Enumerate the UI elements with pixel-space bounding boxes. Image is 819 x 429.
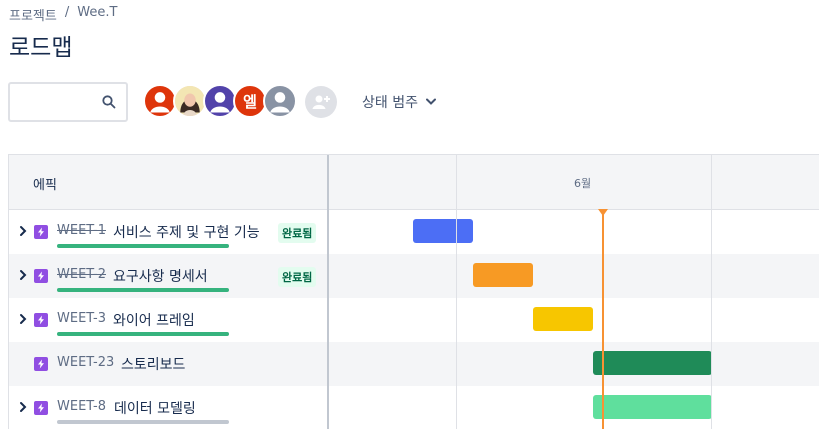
timeline-header: 6월 xyxy=(329,155,819,210)
epic-row-left: WEET-1 서비스 주제 및 구현 기능 완료됨 xyxy=(9,210,327,254)
roadmap-grid: 에픽 6월 WEET-1 서비스 주제 및 구현 기능 완료됨 WEET-2 요… xyxy=(8,154,819,429)
epic-row-left: WEET-8 데이터 모델링 xyxy=(9,386,327,429)
status-category-filter[interactable]: 상태 범주 xyxy=(362,92,436,112)
avatar-group: 엘 xyxy=(143,84,297,118)
epic-timeline-bar[interactable] xyxy=(593,351,712,375)
user-icon xyxy=(210,92,230,113)
epic-row-left: WEET-3 와이어 프레임 xyxy=(9,298,327,342)
status-badge: 완료됨 xyxy=(278,267,317,287)
chevron-right-icon[interactable] xyxy=(18,400,28,414)
epic-row[interactable]: WEET-8 데이터 모델링 xyxy=(9,386,819,429)
breadcrumb: 프로젝트 / Wee.T xyxy=(9,5,117,24)
search-icon xyxy=(102,95,116,109)
epic-key[interactable]: WEET-2 xyxy=(57,267,106,282)
epic-key[interactable]: WEET-1 xyxy=(57,223,106,238)
add-user-button[interactable] xyxy=(305,86,337,118)
epic-title[interactable]: 와이어 프레임 xyxy=(113,310,195,330)
epic-title[interactable]: 요구사항 명세서 xyxy=(113,266,208,286)
chevron-right-icon[interactable] xyxy=(18,224,28,238)
status-badge: 완료됨 xyxy=(278,223,317,243)
progress-bar xyxy=(57,332,229,336)
epic-icon xyxy=(34,313,48,327)
avatar[interactable]: 엘 xyxy=(233,84,267,118)
month-label: 6월 xyxy=(574,177,592,190)
search-box[interactable] xyxy=(8,82,128,122)
search-input[interactable] xyxy=(18,84,106,120)
epic-row[interactable]: WEET-2 요구사항 명세서 완료됨 xyxy=(9,254,819,298)
epic-header-label: 에픽 xyxy=(33,178,57,193)
epic-timeline-bar[interactable] xyxy=(593,395,712,419)
breadcrumb-separator: / xyxy=(64,5,70,20)
user-photo-icon xyxy=(175,86,205,116)
progress-bar xyxy=(57,420,229,424)
avatar[interactable] xyxy=(143,84,177,118)
epic-title[interactable]: 스토리보드 xyxy=(121,354,185,374)
today-line xyxy=(602,212,604,429)
breadcrumb-current[interactable]: Wee.T xyxy=(77,5,117,24)
epic-title[interactable]: 서비스 주제 및 구현 기능 xyxy=(113,222,260,242)
epic-row-left: WEET-23 스토리보드 xyxy=(9,342,327,386)
status-category-label: 상태 범주 xyxy=(362,95,418,111)
progress-bar xyxy=(57,288,229,292)
add-user-icon xyxy=(312,95,330,109)
epic-icon xyxy=(34,225,48,239)
epic-title[interactable]: 데이터 모델링 xyxy=(114,398,196,418)
chevron-right-icon[interactable] xyxy=(18,268,28,282)
column-divider[interactable] xyxy=(327,155,329,429)
epic-row[interactable]: WEET-3 와이어 프레임 xyxy=(9,298,819,342)
month-gridline xyxy=(456,155,457,429)
lightning-icon xyxy=(38,359,44,369)
epic-icon xyxy=(34,269,48,283)
lightning-icon xyxy=(38,315,44,325)
user-icon xyxy=(270,92,290,113)
page-title: 로드맵 xyxy=(9,35,73,61)
chevron-right-icon[interactable] xyxy=(18,312,28,326)
lightning-icon xyxy=(38,271,44,281)
epic-timeline-bar[interactable] xyxy=(413,219,473,243)
epic-row-left: WEET-2 요구사항 명세서 완료됨 xyxy=(9,254,327,298)
chevron-down-icon xyxy=(425,98,436,105)
epic-row[interactable]: WEET-1 서비스 주제 및 구현 기능 완료됨 xyxy=(9,210,819,254)
epic-key[interactable]: WEET-23 xyxy=(57,355,114,370)
avatar[interactable] xyxy=(203,84,237,118)
epic-column-header: 에픽 xyxy=(9,155,328,210)
lightning-icon xyxy=(38,227,44,237)
avatar-initial: 엘 xyxy=(243,92,257,111)
user-icon xyxy=(150,92,170,113)
epic-key[interactable]: WEET-3 xyxy=(57,311,106,326)
epic-icon xyxy=(34,401,48,415)
month-gridline xyxy=(711,155,712,429)
progress-bar xyxy=(57,244,229,248)
avatar[interactable] xyxy=(263,84,297,118)
avatar[interactable] xyxy=(173,84,207,118)
epic-timeline-bar[interactable] xyxy=(533,307,593,331)
epic-timeline-bar[interactable] xyxy=(473,263,533,287)
epic-icon xyxy=(34,357,48,371)
breadcrumb-project[interactable]: 프로젝트 xyxy=(9,5,57,24)
epic-key[interactable]: WEET-8 xyxy=(57,399,106,414)
epic-row[interactable]: WEET-23 스토리보드 xyxy=(9,342,819,386)
lightning-icon xyxy=(38,403,44,413)
